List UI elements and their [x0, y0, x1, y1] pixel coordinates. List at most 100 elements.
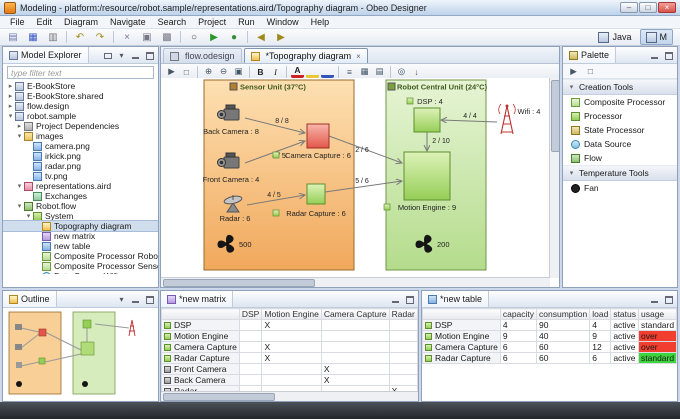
- redo-icon[interactable]: ↷: [91, 29, 109, 45]
- matrix-cell[interactable]: X: [262, 320, 321, 331]
- tree-item-topography-diagram[interactable]: Topography diagram: [3, 221, 158, 231]
- tree-item-robot-flow[interactable]: ▾Robot.flow: [3, 201, 158, 211]
- menu-search[interactable]: Search: [152, 17, 193, 27]
- matrix-cell[interactable]: [321, 342, 389, 353]
- menu-edit[interactable]: Edit: [31, 17, 59, 27]
- table-cell-status[interactable]: active: [611, 353, 639, 364]
- select-tool-icon[interactable]: ▶: [567, 65, 580, 77]
- matrix-tab[interactable]: *new matrix: [161, 291, 233, 307]
- horizontal-scrollbar-thumb[interactable]: [163, 393, 275, 401]
- table-cell-load[interactable]: 9: [590, 331, 611, 342]
- tree-twisty-icon[interactable]: ▸: [6, 82, 15, 90]
- menu-project[interactable]: Project: [192, 17, 232, 27]
- copy-icon[interactable]: ▣: [138, 29, 156, 45]
- zoom-fit-icon[interactable]: ▣: [232, 66, 245, 78]
- minimize-view-icon[interactable]: [390, 294, 401, 305]
- matrix-cell[interactable]: [389, 375, 417, 386]
- matrix-cell[interactable]: [262, 331, 321, 342]
- maximize-window-button[interactable]: □: [639, 2, 657, 13]
- view-menu-icon[interactable]: ▾: [116, 294, 127, 305]
- tree-twisty-icon[interactable]: ▾: [15, 202, 24, 210]
- tree-item-e-bookstore-shared[interactable]: ▸E-BookStore.shared: [3, 91, 158, 101]
- matrix-cell[interactable]: [239, 375, 262, 386]
- maximize-view-icon[interactable]: [663, 294, 674, 305]
- tree-item-system[interactable]: ▾System: [3, 211, 158, 221]
- palette-tool-data-source[interactable]: Data Source: [563, 137, 677, 151]
- tree-item-composite-processor-robot-central-unit[interactable]: Composite Processor Robot Central Unit: [3, 251, 158, 261]
- table-cell-status[interactable]: active: [611, 320, 639, 331]
- palette-tool-processor[interactable]: Processor: [563, 109, 677, 123]
- tree-twisty-icon[interactable]: ▸: [15, 122, 24, 130]
- matrix-cell[interactable]: [239, 342, 262, 353]
- java-perspective-button[interactable]: Java: [592, 29, 637, 45]
- table-cell-capacity[interactable]: 9: [500, 331, 536, 342]
- forward-icon[interactable]: ▶: [272, 29, 290, 45]
- diagram-canvas[interactable]: Sensor Unit (37°C)Robot Central Unit (24…: [161, 78, 559, 287]
- topography-diagram[interactable]: Sensor Unit (37°C)Robot Central Unit (24…: [161, 78, 550, 278]
- matrix-cell[interactable]: [239, 353, 262, 364]
- matrix-cell[interactable]: [321, 353, 389, 364]
- debug-icon[interactable]: ●: [225, 29, 243, 45]
- table-cell-consumption[interactable]: 40: [537, 331, 590, 342]
- tree-item-representations-aird[interactable]: ▾representations.aird: [3, 181, 158, 191]
- tree-item-tv-png[interactable]: tv.png: [3, 171, 158, 181]
- layout-icon[interactable]: ▦: [358, 66, 371, 78]
- table-cell-capacity[interactable]: 4: [500, 320, 536, 331]
- view-menu-icon[interactable]: ▾: [116, 50, 127, 61]
- maximize-view-icon[interactable]: [663, 50, 674, 61]
- tree-item-robot-sample[interactable]: ▾robot.sample: [3, 111, 158, 121]
- table-cell-load[interactable]: 6: [590, 353, 611, 364]
- table-cell-load[interactable]: 4: [590, 320, 611, 331]
- outline-tab[interactable]: Outline: [3, 291, 57, 307]
- tree-item-camera-png[interactable]: camera.png: [3, 141, 158, 151]
- matrix-horizontal-scrollbar[interactable]: [161, 391, 418, 401]
- matrix-cell[interactable]: [389, 331, 417, 342]
- matrix-cell[interactable]: [389, 320, 417, 331]
- menu-navigate[interactable]: Navigate: [104, 17, 152, 27]
- palette-tab[interactable]: Palette: [563, 47, 616, 63]
- table-cell-consumption[interactable]: 90: [537, 320, 590, 331]
- matrix-cell[interactable]: X: [262, 353, 321, 364]
- paste-icon[interactable]: ▩: [158, 29, 176, 45]
- table-cell-usage[interactable]: standard: [639, 353, 677, 364]
- minimize-view-icon[interactable]: [130, 294, 141, 305]
- new-icon[interactable]: ▤: [4, 29, 22, 45]
- tree-item-irkick-png[interactable]: irkick.png: [3, 151, 158, 161]
- table-cell-status[interactable]: active: [611, 342, 639, 353]
- minimize-window-button[interactable]: –: [620, 2, 638, 13]
- horizontal-scrollbar-thumb[interactable]: [163, 279, 315, 287]
- table-cell-consumption[interactable]: 60: [537, 353, 590, 364]
- palette-tool-fan[interactable]: Fan: [563, 181, 677, 195]
- layers-icon[interactable]: ▤: [373, 66, 386, 78]
- menu-diagram[interactable]: Diagram: [58, 17, 104, 27]
- export-diagram-icon[interactable]: ↓: [410, 66, 423, 78]
- matrix-cell[interactable]: [262, 364, 321, 375]
- fill-color-icon[interactable]: [306, 66, 319, 78]
- table-cell-status[interactable]: active: [611, 331, 639, 342]
- m-perspective-button[interactable]: M: [640, 29, 674, 45]
- run-icon[interactable]: ▶: [205, 29, 223, 45]
- tree-item-new-matrix[interactable]: new matrix: [3, 231, 158, 241]
- visibility-icon[interactable]: ◎: [395, 66, 408, 78]
- close-window-button[interactable]: ×: [658, 2, 676, 13]
- filter-input[interactable]: [7, 66, 154, 79]
- tree-item-flow-design[interactable]: ▸flow.design: [3, 101, 158, 111]
- line-color-icon[interactable]: [321, 66, 334, 78]
- tree-item-e-bookstore[interactable]: ▸E-BookStore: [3, 81, 158, 91]
- zoom-in-icon[interactable]: ⊕: [202, 66, 215, 78]
- canvas-horizontal-scrollbar[interactable]: [161, 277, 550, 287]
- minimize-view-icon[interactable]: [649, 294, 660, 305]
- table-cell-consumption[interactable]: 60: [537, 342, 590, 353]
- matrix-cell[interactable]: [389, 364, 417, 375]
- menu-run[interactable]: Run: [232, 17, 261, 27]
- tree-twisty-icon[interactable]: ▸: [6, 102, 15, 110]
- outline-thumbnail[interactable]: [3, 308, 154, 401]
- tree-item-composite-processor-sensor-unit[interactable]: Composite Processor Sensor Unit: [3, 261, 158, 271]
- print-icon[interactable]: ▥: [44, 29, 62, 45]
- zoom-out-icon[interactable]: ⊖: [217, 66, 230, 78]
- table-cell-usage[interactable]: over: [639, 331, 677, 342]
- matrix-cell[interactable]: [262, 375, 321, 386]
- menu-window[interactable]: Window: [261, 17, 305, 27]
- marquee-icon[interactable]: □: [180, 66, 193, 78]
- close-tab-icon[interactable]: ×: [356, 52, 361, 61]
